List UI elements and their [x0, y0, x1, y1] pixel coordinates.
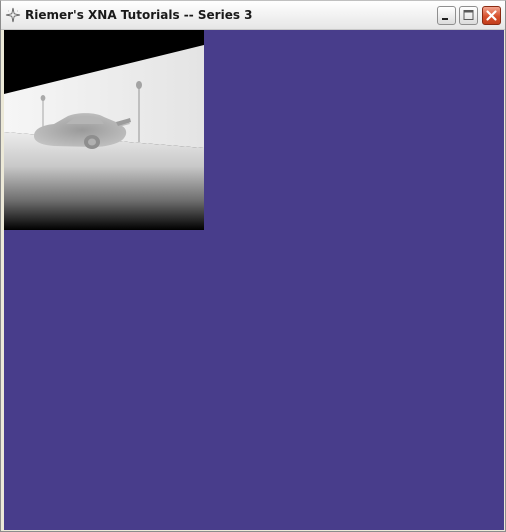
title-bar[interactable]: Riemer's XNA Tutorials -- Series 3 [1, 1, 505, 30]
close-button[interactable] [482, 6, 501, 25]
minimize-icon [442, 18, 448, 20]
depth-map-preview [4, 30, 204, 230]
maximize-icon [463, 10, 474, 20]
maximize-button[interactable] [459, 6, 478, 25]
render-viewport[interactable] [4, 30, 504, 530]
app-window: Riemer's XNA Tutorials -- Series 3 [0, 0, 506, 532]
sparkle-icon[interactable] [5, 7, 21, 23]
minimize-button[interactable] [437, 6, 456, 25]
close-icon [486, 10, 497, 21]
floor-region [4, 132, 204, 230]
window-title: Riemer's XNA Tutorials -- Series 3 [25, 8, 253, 22]
